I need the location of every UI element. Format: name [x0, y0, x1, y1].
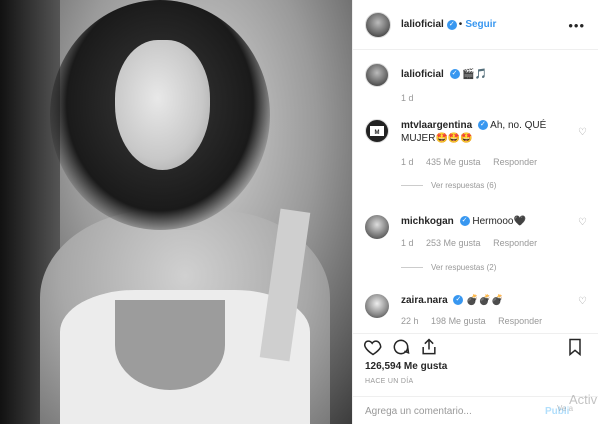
comment-likes[interactable]: 253 Me gusta [426, 238, 481, 248]
comment-icon[interactable] [391, 337, 411, 362]
view-replies-button[interactable]: Ver respuestas (6) [401, 181, 496, 190]
comment-text: zaira.nara ✓ 💣💣💣 [401, 294, 571, 307]
replies-divider [401, 267, 423, 268]
comment-username[interactable]: michkogan [401, 216, 454, 227]
caption-text: lalioficial ✓ 🎬🎵 [401, 68, 571, 81]
caption-age: 1 d [401, 93, 414, 103]
comment-meta: 22 h 198 Me gusta Responder [401, 316, 552, 326]
photo-neckline [115, 300, 225, 390]
verified-badge-icon: ✓ [453, 295, 464, 306]
post-header: lalioficial ✓ • Seguir ••• [353, 0, 598, 50]
caption-meta: 1 d [401, 93, 424, 103]
caption-body: 🎬🎵 [462, 69, 488, 80]
verified-badge-icon: ✓ [459, 216, 470, 227]
share-icon[interactable] [419, 337, 439, 362]
comment-like-icon[interactable]: ♡ [578, 217, 587, 228]
post-photo[interactable] [0, 0, 352, 424]
view-replies-label: Ver respuestas (2) [431, 263, 497, 272]
activation-watermark: Activ [569, 392, 598, 407]
verified-badge-icon: ✓ [477, 120, 488, 131]
reply-button[interactable]: Responder [498, 316, 542, 326]
comment-likes[interactable]: 435 Me gusta [426, 157, 481, 167]
comment-username[interactable]: zaira.nara [401, 295, 448, 306]
replies-divider [401, 185, 423, 186]
reply-button[interactable]: Responder [493, 157, 537, 167]
reply-button[interactable]: Responder [493, 238, 537, 248]
comment-avatar[interactable]: M [365, 119, 389, 143]
comment-age: 1 d [401, 238, 414, 248]
caption-username[interactable]: lalioficial [401, 69, 444, 80]
post-timestamp[interactable]: HACE UN DÍA [365, 378, 413, 385]
comment-like-icon[interactable]: ♡ [578, 296, 587, 307]
add-comment-input[interactable]: Agrega un comentario... [365, 406, 472, 417]
post-username[interactable]: lalioficial [401, 19, 444, 30]
bookmark-icon[interactable] [565, 337, 585, 362]
comment-meta: 1 d 253 Me gusta Responder [401, 238, 547, 248]
activation-watermark-subtext: Ve a [557, 404, 574, 413]
comment-like-icon[interactable]: ♡ [578, 127, 587, 138]
comment-body: 💣💣💣 [466, 295, 504, 306]
comment-body: Hermooo🖤 [472, 216, 526, 227]
heart-icon[interactable] [363, 337, 383, 362]
verified-badge-icon: ✓ [446, 19, 457, 30]
post-side-panel: lalioficial ✓ • Seguir ••• lalioficial ✓… [352, 0, 598, 424]
comment-text: michkogan ✓ Hermooo🖤 [401, 215, 571, 228]
separator-dot: • [458, 19, 463, 30]
svg-text:M: M [375, 130, 380, 136]
action-bar [353, 333, 598, 357]
comment-avatar[interactable] [365, 215, 389, 239]
comment-age: 22 h [401, 316, 419, 326]
likes-count[interactable]: 126,594 Me gusta [365, 361, 447, 372]
comment-username[interactable]: mtvlaargentina [401, 120, 472, 131]
verified-badge-icon: ✓ [449, 69, 460, 80]
view-replies-button[interactable]: Ver respuestas (2) [401, 263, 496, 272]
caption-avatar[interactable] [365, 63, 389, 87]
more-options-icon[interactable]: ••• [568, 18, 585, 33]
avatar[interactable] [365, 11, 391, 38]
comment-avatar[interactable] [365, 294, 389, 318]
comment-age: 1 d [401, 157, 414, 167]
follow-button[interactable]: Seguir [465, 19, 496, 30]
mtv-logo-icon: M [370, 126, 384, 136]
comments-list[interactable]: lalioficial ✓ 🎬🎵 1 d M mtvlaargentina ✓ … [353, 51, 598, 333]
photo-face [115, 40, 210, 170]
comment-meta: 1 d 435 Me gusta Responder [401, 157, 547, 167]
comment-likes[interactable]: 198 Me gusta [431, 316, 486, 326]
view-replies-label: Ver respuestas (6) [431, 181, 497, 190]
comment-text: mtvlaargentina ✓ Ah, no. QUÉ MUJER🤩🤩🤩 [401, 119, 571, 145]
